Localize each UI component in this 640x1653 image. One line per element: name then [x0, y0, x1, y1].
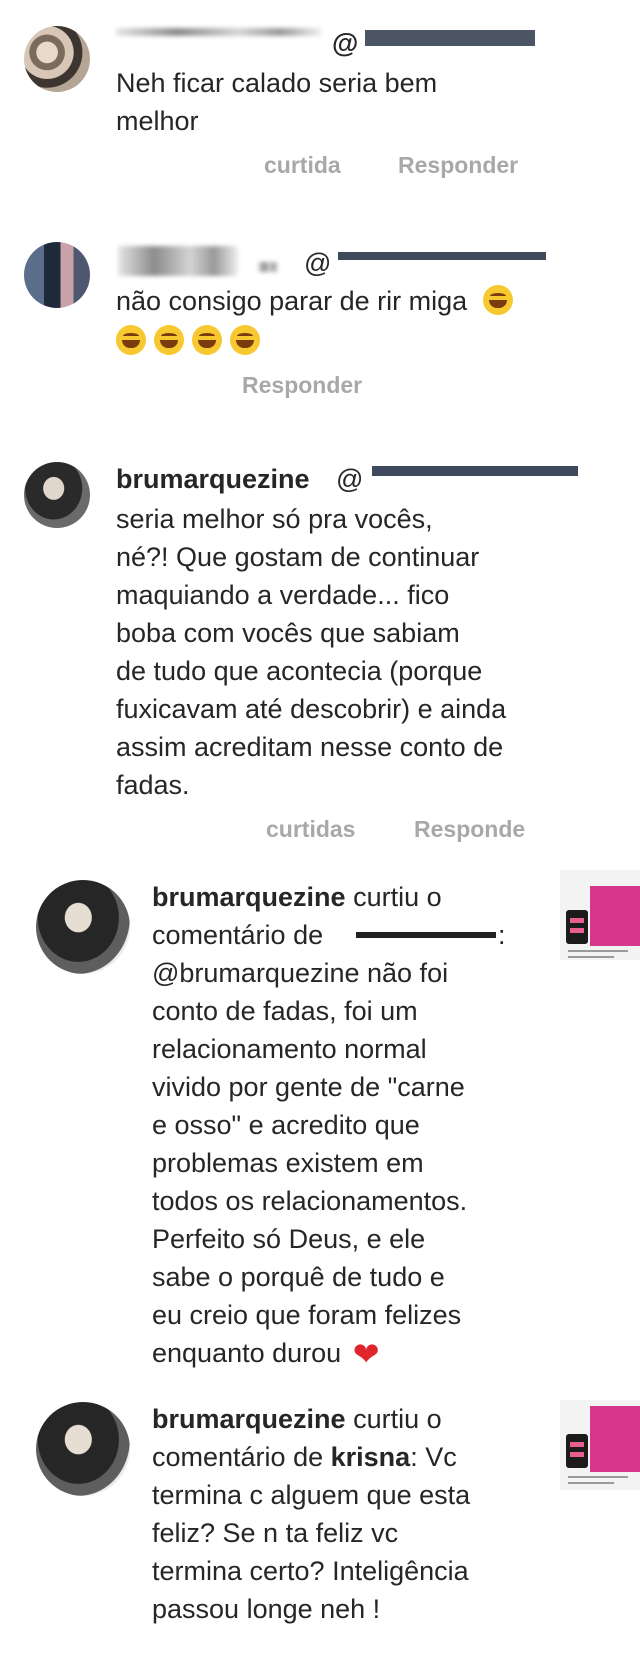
red-heart-icon: ❤: [352, 1336, 380, 1372]
notification-comment-of: comentário de: [152, 920, 324, 950]
thumbnail-phone: [566, 910, 588, 944]
redacted-username: [118, 246, 238, 276]
notification-text-line: e osso" e acredito que: [152, 1110, 420, 1140]
thumbnail-line: [568, 1476, 628, 1478]
notification-text-line: brumarquezine curtiu o: [152, 1400, 442, 1438]
reply-button[interactable]: Responder: [398, 152, 518, 179]
colon: :: [498, 920, 506, 950]
comment-text: não consigo parar de rir miga: [116, 286, 468, 316]
comment-text-line: Neh ficar calado seria bem: [116, 68, 438, 98]
comment-text-line: assim acreditam nesse conto de: [116, 732, 504, 762]
notification-text-line: termina certo? Inteligência: [152, 1556, 469, 1586]
redacted-mention: [365, 30, 535, 46]
redacted-username: [258, 262, 278, 272]
mention-prefix[interactable]: @: [336, 460, 363, 498]
redacted-mention: [372, 466, 578, 476]
notification-action-text: curtiu o: [353, 882, 442, 912]
comment-text-line: não consigo parar de rir miga: [116, 282, 521, 320]
comment-text-line: fadas.: [116, 770, 190, 800]
notification-text-line: comentário de krisna: Vc: [152, 1438, 457, 1476]
reply-button[interactable]: Responder: [242, 372, 362, 399]
avatar[interactable]: [36, 880, 130, 974]
laughing-face-emoji-icon: [230, 325, 260, 355]
thumbnail-phone: [566, 1434, 588, 1468]
likes-count-link[interactable]: curtidas: [266, 816, 355, 843]
notification-text-line: Perfeito só Deus, e ele: [152, 1224, 426, 1254]
avatar[interactable]: [36, 1402, 130, 1496]
notification-text-line: termina c alguem que esta: [152, 1480, 471, 1510]
mention-prefix[interactable]: @: [332, 24, 358, 62]
thumbnail-line: [568, 950, 628, 952]
avatar[interactable]: [24, 242, 90, 308]
notification-comment-of: comentário de: [152, 1442, 324, 1472]
comment-text-line: seria melhor só pra vocês,: [116, 504, 433, 534]
comment-text-line: boba com vocês que sabiam: [116, 618, 460, 648]
notification-text-line: comentário de: [152, 916, 323, 954]
mention-prefix[interactable]: @: [304, 244, 331, 282]
redacted-mention: [338, 252, 546, 260]
notification-text-line: feliz? Se n ta feliz vc: [152, 1518, 399, 1548]
comment-text-line: maquiando a verdade... fico: [116, 580, 450, 610]
notification-username[interactable]: brumarquezine: [152, 1404, 346, 1434]
thumbnail-pink-block: [590, 1406, 640, 1472]
post-thumbnail[interactable]: [560, 1400, 640, 1490]
notification-text-line: enquanto durou ❤: [152, 1334, 380, 1373]
avatar[interactable]: [24, 462, 90, 528]
avatar[interactable]: [24, 26, 90, 92]
notification-text-line: problemas existem em: [152, 1148, 424, 1178]
laughing-face-emoji-icon: [154, 325, 184, 355]
notification-commenter[interactable]: krisna: [331, 1442, 411, 1472]
redacted-commenter: [356, 932, 496, 938]
laughing-face-emoji-icon: [116, 325, 146, 355]
emoji-row: [116, 322, 268, 360]
notification-text-line: vivido por gente de "carne: [152, 1072, 465, 1102]
notification-text-line: passou longe neh !: [152, 1594, 381, 1624]
notification-text-line: @brumarquezine não foi: [152, 958, 449, 988]
notification-text-line: relacionamento normal: [152, 1034, 427, 1064]
comment-text-line: melhor: [116, 106, 199, 136]
notification-text-line: eu creio que foram felizes: [152, 1300, 462, 1330]
redacted-username: [116, 28, 321, 36]
comment-text-line: né?! Que gostam de continuar: [116, 542, 480, 572]
reply-button[interactable]: Responde: [414, 816, 525, 843]
notification-action-text: curtiu o: [353, 1404, 442, 1434]
laughing-face-emoji-icon: [192, 325, 222, 355]
comment-text-line: de tudo que acontecia (porque: [116, 656, 483, 686]
thumbnail-line: [568, 956, 614, 958]
thumbnail-pink-block: [590, 886, 640, 946]
comment-username[interactable]: brumarquezine: [116, 460, 310, 498]
notification-first-line-tail: : Vc: [410, 1442, 457, 1472]
laughing-face-emoji-icon: [482, 285, 513, 315]
post-thumbnail[interactable]: [560, 870, 640, 960]
thumbnail-line: [568, 1482, 614, 1484]
comment-text-line: fuxicavam até descobrir) e ainda: [116, 694, 507, 724]
notification-text-line: todos os relacionamentos.: [152, 1186, 468, 1216]
likes-count-link[interactable]: curtida: [264, 152, 341, 179]
notification-text-line: brumarquezine curtiu o: [152, 878, 442, 916]
notification-text-line: conto de fadas, foi um: [152, 996, 418, 1026]
notification-username[interactable]: brumarquezine: [152, 882, 346, 912]
notification-text-line: sabe o porquê de tudo e: [152, 1262, 445, 1292]
notification-last-line: enquanto durou: [152, 1338, 342, 1368]
